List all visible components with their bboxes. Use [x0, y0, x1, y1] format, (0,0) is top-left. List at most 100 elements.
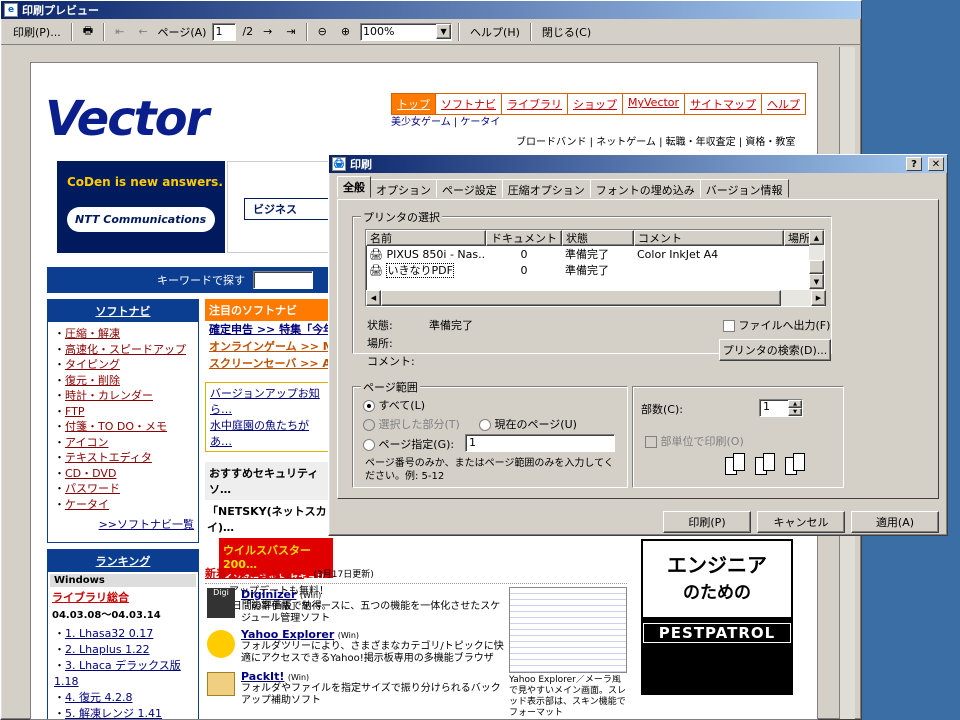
notice-2[interactable]: 水中庭園の魚たちがあ…	[210, 417, 330, 449]
chevron-down-icon[interactable]: ▼	[436, 24, 452, 39]
softnavi-item[interactable]: 圧縮・解凍	[54, 326, 192, 342]
print-to-file-checkbox[interactable]: ファイルへ出力(F)	[723, 317, 830, 333]
zoom-select[interactable]: 100% ▼	[360, 22, 453, 41]
review-name[interactable]: Diginizer	[241, 588, 296, 601]
copies-spinner[interactable]: ▲ ▼	[788, 400, 802, 416]
ranking-cat[interactable]: ライブラリ総合	[48, 589, 198, 605]
softnavi-item[interactable]: 付箋・TO DO・メモ	[54, 419, 192, 435]
last-page-icon[interactable]: ⇥	[282, 24, 299, 39]
radio-pages-button[interactable]	[363, 439, 375, 451]
review-name[interactable]: PackIt!	[241, 670, 284, 683]
subnav[interactable]: 美少女ゲーム | ケータイ	[391, 113, 500, 128]
zoom-in-icon[interactable]: ⊕	[337, 24, 354, 39]
softnavi-item[interactable]: アイコン	[54, 435, 192, 451]
printer-name: 🖨 いきなりPDF	[366, 262, 486, 278]
tab-version[interactable]: バージョン情報	[699, 179, 789, 198]
find-printer-button[interactable]: プリンタの検索(D)...	[719, 339, 831, 361]
review-name[interactable]: Yahoo Explorer	[241, 628, 334, 641]
softnavi-item[interactable]: タイピング	[54, 357, 192, 373]
col-name[interactable]: 名前	[366, 230, 486, 246]
ranking-item[interactable]: 5. 解凍レンジ 1.41	[54, 706, 192, 719]
biz-label[interactable]: ビジネス	[244, 198, 334, 220]
ranking-item[interactable]: 2. Lhaplus 1.22	[54, 642, 192, 658]
page-input[interactable]: 1	[212, 22, 237, 41]
ranking-item[interactable]: 1. Lhasa32 0.17	[54, 626, 192, 642]
help-button[interactable]: ヘルプ(H)	[466, 23, 524, 41]
print-ok-button[interactable]: 印刷(P)	[663, 511, 751, 533]
ranking-header[interactable]: ランキング	[48, 550, 198, 572]
softnavi-header[interactable]: ソフトナビ	[48, 300, 198, 322]
col-location[interactable]: 場所	[784, 230, 812, 246]
print-to-file-box[interactable]	[723, 320, 735, 332]
col-documents[interactable]: ドキュメント	[486, 230, 562, 246]
printer-row[interactable]: 🖨 PIXUS 850i - Nas... 0 準備完了 Color InkJe…	[366, 246, 824, 262]
softnavi-item[interactable]: CD・DVD	[54, 466, 192, 482]
ntt-banner[interactable]: CoDen is new answers. NTT Communications	[57, 161, 225, 253]
help-icon[interactable]: ?	[906, 157, 922, 171]
hscroll-thumb[interactable]	[381, 290, 781, 306]
softnavi-item[interactable]: パスワード	[54, 481, 192, 497]
next-page-icon[interactable]: →	[259, 24, 276, 39]
apply-button[interactable]: 適用(A)	[851, 511, 939, 533]
radio-all-button[interactable]	[363, 400, 375, 412]
close-icon[interactable]: ✕	[928, 157, 944, 171]
pages-input[interactable]: 1	[465, 434, 615, 452]
col-status[interactable]: 状態	[562, 230, 634, 246]
copies-input[interactable]: 1 ▲ ▼	[759, 399, 803, 417]
scroll-thumb[interactable]	[809, 260, 824, 274]
first-page-icon[interactable]: ⇤	[111, 24, 128, 39]
spin-up-icon[interactable]: ▲	[788, 400, 802, 408]
engineer-ad[interactable]: エンジニア のための	[641, 539, 793, 619]
scroll-right-icon[interactable]: ▶	[811, 290, 826, 306]
softnavi-item[interactable]: テキストエディタ	[54, 450, 192, 466]
tab-general[interactable]: 全般	[337, 176, 371, 198]
spin-down-icon[interactable]: ▼	[788, 408, 802, 416]
close-button[interactable]: 閉じる(C)	[538, 23, 595, 41]
subnav-2[interactable]: ブロードバンド | ネットゲーム | 転職・年収査定 | 資格・教室	[516, 133, 795, 148]
col-comment[interactable]: コメント	[634, 230, 784, 246]
tab-options[interactable]: オプション	[370, 179, 437, 198]
netsky-line[interactable]: 「NETSKY(ネットスカイ)…	[205, 500, 335, 538]
radio-current[interactable]: 現在のページ(U)	[479, 416, 577, 432]
softnavi-item[interactable]: FTP	[54, 404, 192, 420]
hscroll-track[interactable]	[781, 290, 811, 306]
scroll-down-icon[interactable]: ▼	[809, 274, 824, 289]
cancel-button[interactable]: キャンセル	[757, 511, 845, 533]
nav-help[interactable]: ヘルプ	[762, 94, 805, 114]
printer-row[interactable]: 🖨 いきなりPDF 0 準備完了	[366, 262, 824, 278]
page-setup-icon[interactable]: 🖶	[79, 21, 97, 42]
notice-1[interactable]: バージョンアップお知ら…	[210, 385, 330, 417]
toolbar-separator	[103, 22, 106, 41]
review-os: (Win)	[337, 631, 360, 640]
nav-myvector[interactable]: MyVector	[623, 94, 686, 114]
radio-pages[interactable]: ページ指定(G):	[363, 436, 454, 452]
softnavi-item[interactable]: 復元・削除	[54, 373, 192, 389]
scroll-left-icon[interactable]: ◀	[366, 290, 381, 306]
pestpatrol-ad[interactable]: PESTPATROL	[641, 619, 793, 695]
nav-library[interactable]: ライブラリ	[502, 94, 568, 114]
horizontal-scrollbar[interactable]: ◀ ▶	[366, 290, 826, 306]
reviews-header[interactable]: 新着ソフトレビュー	[205, 567, 304, 580]
nav-sitemap[interactable]: サイトマップ	[685, 94, 763, 114]
radio-all[interactable]: すべて(L)	[363, 397, 425, 413]
print-button[interactable]: 印刷(P)...	[9, 23, 65, 41]
search-input[interactable]	[253, 271, 313, 289]
softnavi-item[interactable]: 高速化・スピードアップ	[54, 342, 192, 358]
radio-current-button[interactable]	[479, 419, 491, 431]
nav-top[interactable]: トップ	[392, 94, 436, 114]
tab-page-setup[interactable]: ページ設定	[436, 179, 503, 198]
nav-shop[interactable]: ショップ	[568, 94, 623, 114]
prev-page-icon[interactable]: ←	[134, 24, 151, 39]
ranking-item[interactable]: 3. Lhaca デラックス版 1.18	[54, 658, 192, 690]
ranking-period: 04.03.08～04.03.14	[52, 610, 161, 621]
ranking-item[interactable]: 4. 復元 4.2.8	[54, 690, 192, 706]
softnavi-more[interactable]: >>ソフトナビ一覧	[48, 516, 198, 532]
zoom-out-icon[interactable]: ⊖	[314, 24, 331, 39]
tab-compression[interactable]: 圧縮オプション	[501, 179, 591, 198]
tab-font-embed[interactable]: フォントの埋め込み	[589, 179, 701, 198]
scroll-up-icon[interactable]: ▲	[809, 230, 824, 245]
softnavi-item[interactable]: 時計・カレンダー	[54, 388, 192, 404]
vertical-scrollbar[interactable]: ▲ ▼	[809, 230, 824, 290]
nav-softnavi[interactable]: ソフトナビ	[436, 94, 502, 114]
softnavi-item[interactable]: ケータイ	[54, 497, 192, 513]
